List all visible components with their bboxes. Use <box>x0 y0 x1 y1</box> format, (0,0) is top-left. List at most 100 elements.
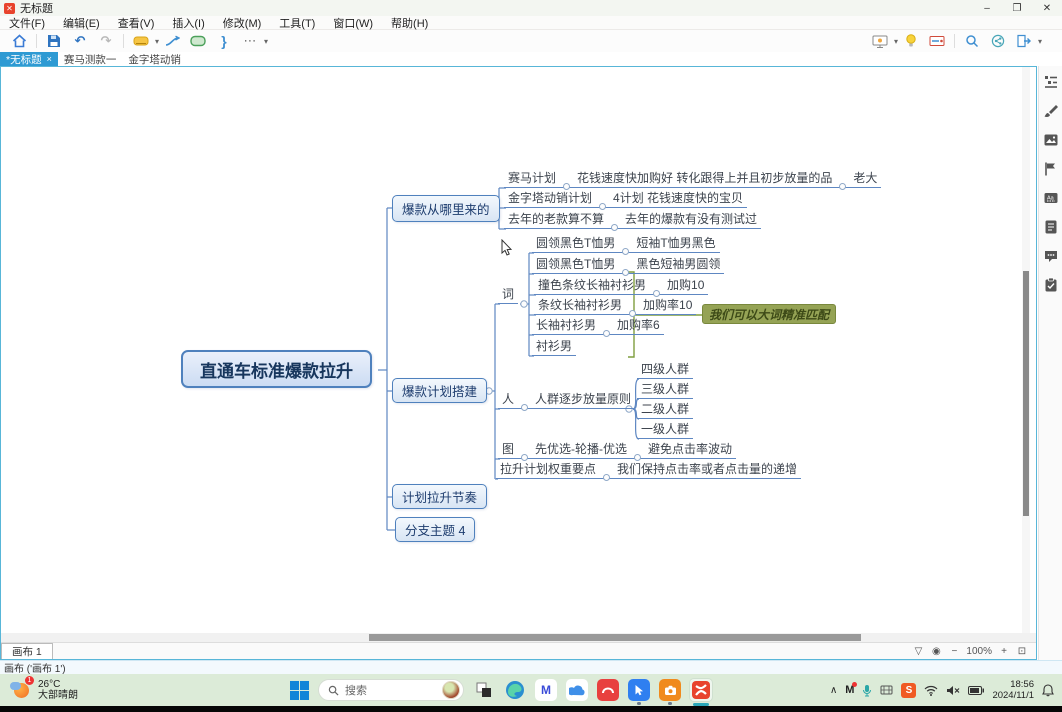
collapse-dot[interactable] <box>603 474 610 481</box>
node-label[interactable]: 加购10 <box>665 276 706 293</box>
taskbar-search[interactable]: 搜索 <box>318 679 464 701</box>
node-label[interactable]: 加购率10 <box>641 296 694 313</box>
node-label[interactable]: 人 <box>500 390 516 407</box>
pointer-app-icon[interactable] <box>628 679 650 701</box>
start-button[interactable] <box>290 681 309 700</box>
notes-icon[interactable] <box>1043 219 1059 235</box>
collapse-dot[interactable] <box>599 203 606 210</box>
vertical-scrollbar-thumb[interactable] <box>1023 271 1029 516</box>
node-level4[interactable]: 四级人群 <box>637 362 693 379</box>
node-label[interactable]: 金字塔动销计划 <box>506 189 594 206</box>
weather-widget[interactable]: 1 26°C 大部晴朗 <box>0 679 290 702</box>
tab-close-icon[interactable]: × <box>47 54 52 64</box>
tray-m-icon[interactable]: M <box>845 684 854 696</box>
node-row[interactable]: 金字塔动销计划 4计划 花钱速度快的宝贝 <box>504 191 747 208</box>
node-row[interactable]: 赛马计划 花钱速度快加购好 转化跟得上并且初步放量的品 老大 <box>504 171 881 188</box>
cloud-app-icon[interactable] <box>566 679 588 701</box>
node-row[interactable]: 圆领黑色T恤男 短袖T恤男黑色 <box>532 236 720 253</box>
node-label[interactable]: 词 <box>500 285 516 302</box>
menu-insert[interactable]: 插入(I) <box>163 15 213 31</box>
redo-button[interactable]: ↷ <box>96 32 116 50</box>
orange-app-icon[interactable] <box>659 679 681 701</box>
filter-icon[interactable]: ▽ <box>912 646 924 657</box>
node-level1[interactable]: 一级人群 <box>637 422 693 439</box>
minimize-button[interactable]: – <box>972 3 1002 14</box>
marker-flag-icon[interactable] <box>1043 161 1059 177</box>
marker-button[interactable] <box>131 32 151 50</box>
task-view-button[interactable] <box>473 679 495 701</box>
menu-window[interactable]: 窗口(W) <box>324 15 382 31</box>
node-label[interactable]: 4计划 花钱速度快的宝贝 <box>611 189 745 206</box>
undo-button[interactable]: ↶ <box>70 32 90 50</box>
node-label[interactable]: 避免点击率波动 <box>646 440 734 457</box>
label-icon[interactable]: Aa <box>1043 190 1059 206</box>
tray-chevron-icon[interactable]: ∧ <box>830 685 837 696</box>
wifi-icon[interactable] <box>924 685 938 696</box>
menu-tools[interactable]: 工具(T) <box>270 15 324 31</box>
node-row[interactable]: 撞色条纹长袖衬衫男 加购10 <box>534 278 708 295</box>
volume-muted-icon[interactable] <box>946 685 960 696</box>
node-level3[interactable]: 三级人群 <box>637 382 693 399</box>
vertical-scrollbar[interactable] <box>1022 67 1030 633</box>
collapse-dot[interactable] <box>521 404 528 411</box>
presentation-button[interactable] <box>870 32 890 50</box>
tab-jinzita[interactable]: 金字塔动销 <box>122 52 187 66</box>
node-label[interactable]: 加购率6 <box>615 316 662 333</box>
battery-icon[interactable] <box>968 686 984 695</box>
summary-button[interactable]: } <box>214 32 234 50</box>
node-label[interactable]: 去年的老款算不算 <box>506 210 606 227</box>
image-icon[interactable] <box>1043 132 1059 148</box>
node-label[interactable]: 先优选-轮播-优选 <box>533 440 629 457</box>
node-row[interactable]: 去年的老款算不算 去年的爆款有没有测试过 <box>504 212 761 229</box>
slideshow-button[interactable] <box>927 32 947 50</box>
format-brush-icon[interactable] <box>1043 103 1059 119</box>
sheet-tab-canvas1[interactable]: 画布 1 <box>1 643 53 659</box>
collapse-dot[interactable] <box>611 224 618 231</box>
menu-view[interactable]: 查看(V) <box>109 15 164 31</box>
xmind-app-icon[interactable] <box>690 679 712 701</box>
node-label[interactable]: 圆领黑色T恤男 <box>534 255 617 272</box>
search-icon[interactable] <box>962 32 982 50</box>
tab-untitled[interactable]: *无标题 × <box>0 52 58 66</box>
boundary-button[interactable] <box>188 32 208 50</box>
node-label[interactable]: 衬衫男 <box>534 337 574 354</box>
node-label[interactable]: 赛马计划 <box>506 169 558 186</box>
node-label[interactable]: 短袖T恤男黑色 <box>634 234 717 251</box>
eye-icon[interactable]: ◉ <box>930 646 942 657</box>
node-label[interactable]: 去年的爆款有没有测试过 <box>623 210 759 227</box>
tab-saima[interactable]: 赛马测款一 <box>58 52 123 66</box>
relationship-button[interactable] <box>162 32 182 50</box>
mindmap-canvas[interactable]: 直通车标准爆款拉升 爆款从哪里来的 爆款计划搭建 计划拉升节奏 分支主题 4 赛… <box>1 67 1036 633</box>
task-icon[interactable] <box>1043 277 1059 293</box>
marker-caret-icon[interactable]: ▾ <box>155 37 159 46</box>
node-label[interactable]: 三级人群 <box>639 380 691 397</box>
branch-4[interactable]: 分支主题 4 <box>395 517 475 542</box>
save-button[interactable] <box>44 32 64 50</box>
node-row[interactable]: 条纹长袖衬衫男 加购率10 <box>534 298 696 315</box>
mastergo-app-icon[interactable]: M <box>535 679 557 701</box>
ime-tool-icon[interactable] <box>880 684 893 696</box>
horizontal-scrollbar-thumb[interactable] <box>369 634 861 641</box>
presentation-caret-icon[interactable]: ▾ <box>894 37 898 46</box>
menu-edit[interactable]: 编辑(E) <box>54 15 109 31</box>
sogou-input-icon[interactable]: S <box>901 683 916 698</box>
search-highlight-image[interactable] <box>442 681 460 699</box>
export-button[interactable] <box>1014 32 1034 50</box>
node-word[interactable]: 词 <box>498 287 518 304</box>
node-label[interactable]: 拉升计划权重要点 <box>498 460 598 477</box>
zoom-out-button[interactable]: − <box>948 646 960 657</box>
menu-file[interactable]: 文件(F) <box>0 15 54 31</box>
more-tools-caret-icon[interactable]: ▾ <box>264 37 268 46</box>
red-app-icon[interactable] <box>597 679 619 701</box>
menu-modify[interactable]: 修改(M) <box>214 15 271 31</box>
node-label[interactable]: 图 <box>500 440 516 457</box>
node-row[interactable]: 衬衫男 <box>532 339 576 356</box>
node-weight[interactable]: 拉升计划权重要点 我们保持点击率或者点击量的递增 <box>496 462 801 479</box>
node-row[interactable]: 圆领黑色T恤男 黑色短袖男圆领 <box>532 257 724 274</box>
branch-from-where[interactable]: 爆款从哪里来的 <box>392 195 500 222</box>
home-icon[interactable] <box>9 32 29 50</box>
notification-bell-icon[interactable] <box>1042 684 1054 697</box>
lightbulb-icon[interactable] <box>901 32 921 50</box>
node-label[interactable]: 四级人群 <box>639 360 691 377</box>
node-label[interactable]: 花钱速度快加购好 转化跟得上并且初步放量的品 <box>575 169 834 186</box>
